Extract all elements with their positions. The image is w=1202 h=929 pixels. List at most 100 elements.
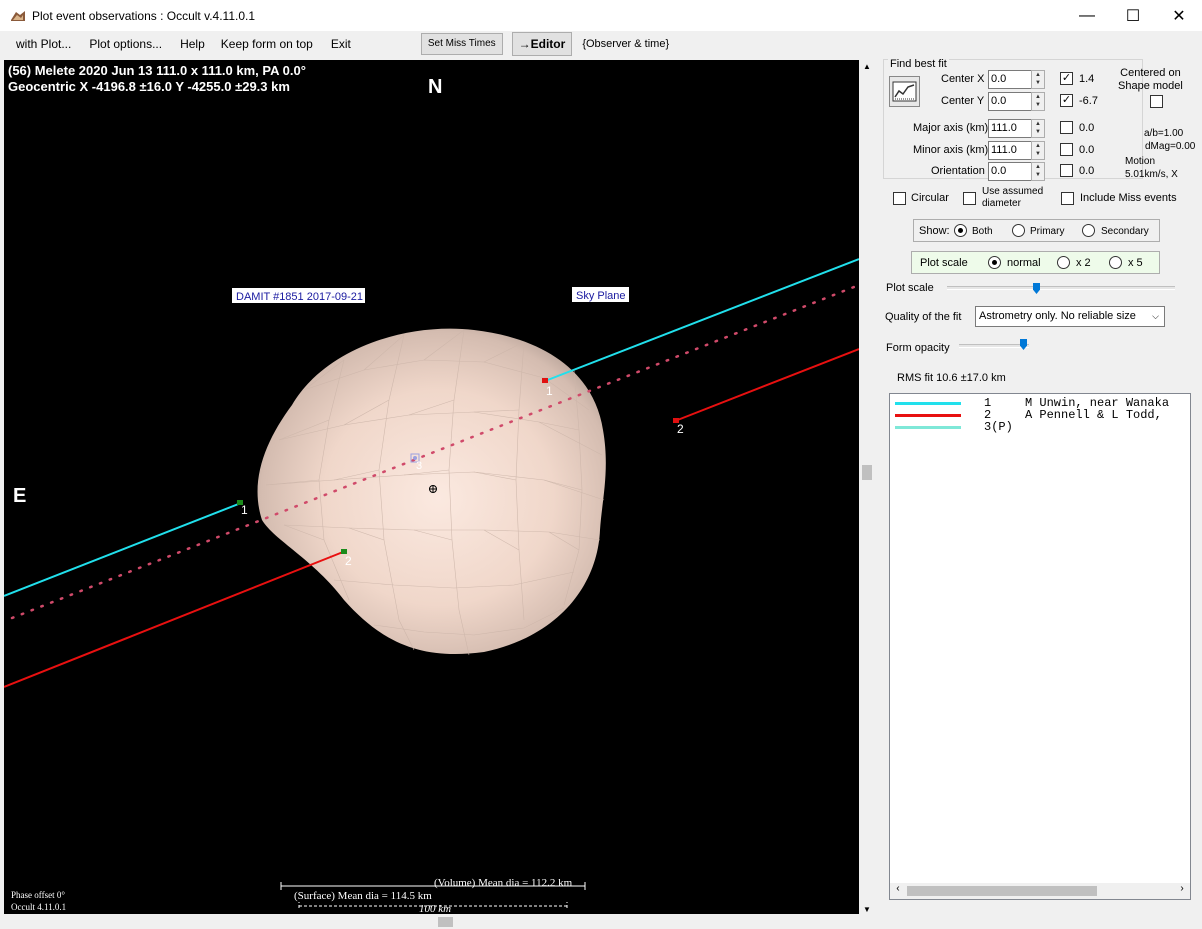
window-title: Plot event observations : Occult v.4.11.… xyxy=(32,8,256,23)
observer-2-color xyxy=(895,414,961,417)
set-miss-times-button[interactable]: Set Miss Times xyxy=(420,32,503,55)
observer-list[interactable]: 1 M Unwin, near Wanaka 2 A Pennell & L T… xyxy=(889,393,1191,900)
damit-label: DAMIT #1851 2017-09-21 xyxy=(236,291,363,303)
center-x-fit-value: 1.4 xyxy=(1079,73,1095,85)
orientation-input[interactable]: 0.0 xyxy=(988,162,1032,181)
menu-keep-on-top[interactable]: Keep form on top xyxy=(213,33,321,55)
chord-1-ingress xyxy=(4,502,242,597)
center-y-fit-value: -6.7 xyxy=(1079,95,1098,107)
center-x-spinner[interactable]: ▲ ▼ xyxy=(1031,70,1045,89)
form-opacity-track[interactable] xyxy=(959,344,1029,348)
plot-horizontal-scrollbar[interactable] xyxy=(0,914,876,929)
form-opacity-thumb[interactable] xyxy=(1020,339,1027,350)
ab-ratio: a/b=1.00 xyxy=(1144,128,1184,139)
observer-list-hscrollbar[interactable]: ‹ › xyxy=(890,883,1190,899)
volume-dia-label: (Volume) Mean dia = 112.2 km xyxy=(434,877,573,889)
menu-help[interactable]: Help xyxy=(172,33,213,55)
motion-value: 5.01km/s, X xyxy=(1125,169,1178,180)
minimize-button[interactable]: — xyxy=(1064,0,1110,31)
plot-canvas: 1 1 2 2 3 (56) Melete 2020 Jun 13 111.0 … xyxy=(4,63,859,914)
show-both-radio[interactable] xyxy=(954,224,967,237)
editor-button[interactable]: →Editor xyxy=(511,31,573,56)
orientation-label: Orientation xyxy=(931,165,985,177)
major-axis-fit-checkbox[interactable] xyxy=(1060,121,1073,134)
maximize-button[interactable]: ☐ xyxy=(1110,0,1156,31)
east-label: E xyxy=(13,485,26,507)
quality-value: Astrometry only. No reliable size xyxy=(979,310,1136,322)
show-primary-radio[interactable] xyxy=(1012,224,1025,237)
close-button[interactable]: ✕ xyxy=(1156,0,1202,31)
chevron-down-icon: ⌵ xyxy=(1152,311,1159,321)
list-item[interactable]: 2 A Pennell & L Todd, xyxy=(890,408,1190,422)
center-y-spinner[interactable]: ▲ ▼ xyxy=(1031,92,1045,111)
use-assumed-checkbox[interactable] xyxy=(963,192,976,205)
center-x-input[interactable]: 0.0 xyxy=(988,70,1032,89)
find-best-fit-button[interactable] xyxy=(889,76,920,107)
major-axis-label: Major axis (km) xyxy=(913,122,989,134)
menu-plot-options[interactable]: Plot options... xyxy=(81,33,170,55)
minor-axis-spinner[interactable]: ▲ ▼ xyxy=(1031,141,1045,160)
rms-fit: RMS fit 10.6 ±17.0 km xyxy=(897,372,1006,384)
observer-time-label: {Observer & time} xyxy=(582,37,670,50)
plot-scale-thumb[interactable] xyxy=(1033,283,1040,294)
phase-offset-label: Phase offset 0° xyxy=(11,890,65,900)
scale-normal-radio[interactable] xyxy=(988,256,1001,269)
chord-2-ingress xyxy=(4,551,344,688)
sky-plane-label: Sky Plane xyxy=(576,290,626,302)
dmag: dMag=0.00 xyxy=(1145,141,1196,152)
menu-with-plot[interactable]: with Plot... xyxy=(8,33,79,55)
chord-1-end-marker xyxy=(542,378,548,383)
plot-header-line1: (56) Melete 2020 Jun 13 111.0 x 111.0 km… xyxy=(8,63,306,78)
show-secondary-label: Secondary xyxy=(1101,226,1149,237)
plot-area[interactable]: 1 1 2 2 3 (56) Melete 2020 Jun 13 111.0 … xyxy=(4,60,859,914)
include-miss-checkbox[interactable] xyxy=(1061,192,1074,205)
major-axis-spinner[interactable]: ▲ ▼ xyxy=(1031,119,1045,138)
scale-bar-label: 100 km xyxy=(419,903,451,914)
fit-chart-icon xyxy=(892,81,917,102)
horizontal-scroll-thumb[interactable] xyxy=(438,917,453,927)
observer-3-color xyxy=(895,426,961,429)
chord-label-1b: 1 xyxy=(546,384,553,398)
app-icon xyxy=(11,10,25,21)
scroll-right-icon[interactable]: › xyxy=(1179,884,1185,895)
minor-axis-input[interactable]: 111.0 xyxy=(988,141,1032,160)
show-both-label: Both xyxy=(972,226,993,237)
centered-on-shape-label: Centered on Shape model xyxy=(1118,67,1183,92)
scale-x2-radio[interactable] xyxy=(1057,256,1070,269)
menu-exit[interactable]: Exit xyxy=(323,33,359,55)
list-item[interactable]: 3(P) xyxy=(890,420,1190,434)
center-y-fit-checkbox[interactable]: ✓ xyxy=(1060,94,1073,107)
minor-axis-fit-value: 0.0 xyxy=(1079,144,1095,156)
include-miss-label: Include Miss events xyxy=(1080,192,1177,204)
scroll-left-icon[interactable]: ‹ xyxy=(895,884,901,895)
plot-header-line2: Geocentric X -4196.8 ±16.0 Y -4255.0 ±29… xyxy=(8,79,290,94)
surface-dia-label: (Surface) Mean dia = 114.5 km xyxy=(294,890,432,902)
scroll-down-icon[interactable]: ▼ xyxy=(863,905,871,914)
observer-list-scroll-thumb[interactable] xyxy=(907,886,1097,896)
center-x-fit-checkbox[interactable]: ✓ xyxy=(1060,72,1073,85)
minor-axis-fit-checkbox[interactable] xyxy=(1060,143,1073,156)
orientation-spinner[interactable]: ▲ ▼ xyxy=(1031,162,1045,181)
north-label: N xyxy=(428,76,442,98)
chord-2-egress xyxy=(674,348,859,422)
major-axis-fit-value: 0.0 xyxy=(1079,122,1095,134)
vertical-scroll-thumb[interactable] xyxy=(862,465,872,480)
center-y-label: Center Y xyxy=(941,95,985,107)
chord-1-egress xyxy=(544,258,859,382)
chord-label-1a: 1 xyxy=(241,503,248,517)
major-axis-input[interactable]: 111.0 xyxy=(988,119,1032,138)
plot-scale-track[interactable] xyxy=(947,286,1175,290)
title-bar: Plot event observations : Occult v.4.11.… xyxy=(0,0,1202,31)
show-secondary-radio[interactable] xyxy=(1082,224,1095,237)
circular-checkbox[interactable] xyxy=(893,192,906,205)
plot-vertical-scrollbar[interactable]: ▲ ▼ xyxy=(859,60,876,914)
centered-on-shape-checkbox[interactable] xyxy=(1150,95,1163,108)
scroll-up-icon[interactable]: ▲ xyxy=(863,62,871,71)
use-assumed-label: Use assumed diameter xyxy=(982,186,1044,209)
center-y-input[interactable]: 0.0 xyxy=(988,92,1032,111)
scale-x5-radio[interactable] xyxy=(1109,256,1122,269)
scale-normal-label: normal xyxy=(1007,257,1041,269)
quality-dropdown[interactable]: Astrometry only. No reliable size ⌵ xyxy=(975,306,1165,327)
show-label: Show: xyxy=(919,225,950,237)
orientation-fit-checkbox[interactable] xyxy=(1060,164,1073,177)
